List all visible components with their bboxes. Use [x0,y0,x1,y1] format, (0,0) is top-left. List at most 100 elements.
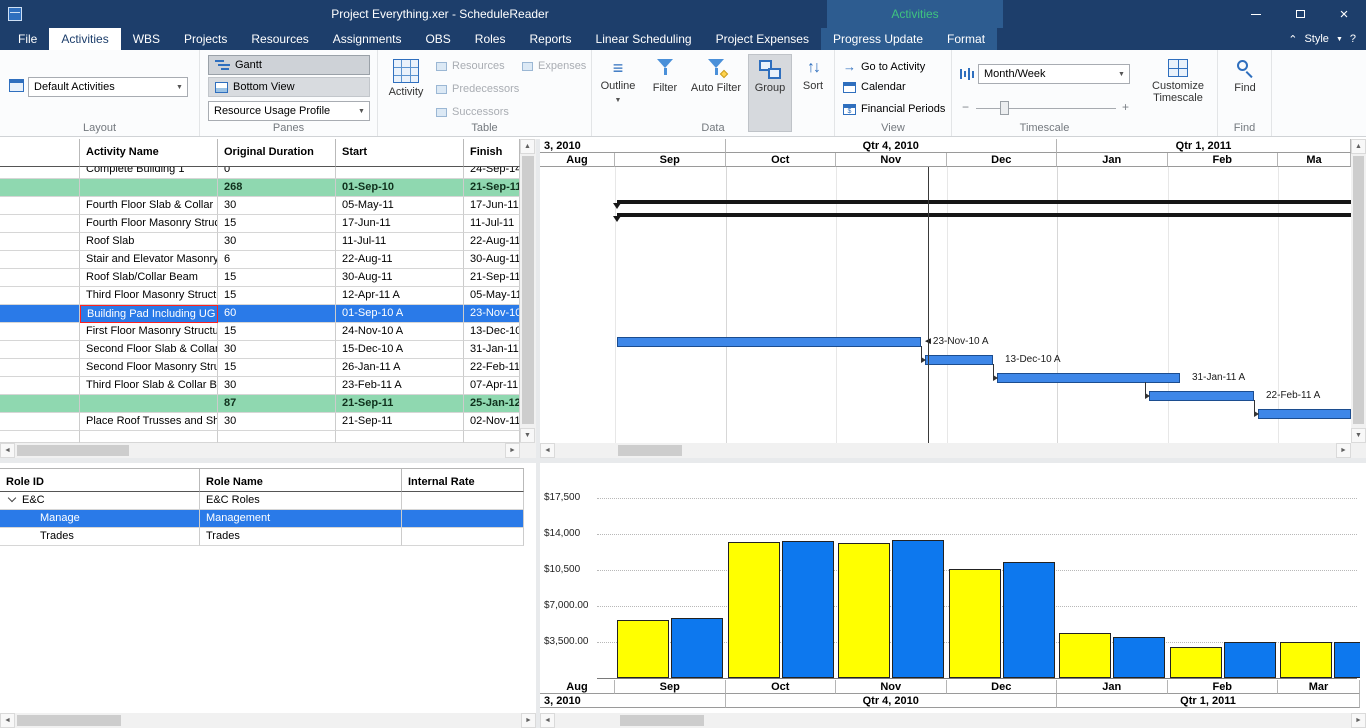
activity-row[interactable]: First Floor Masonry Structure1524-Nov-10… [0,323,536,341]
minimize-button[interactable] [1234,0,1278,28]
auto-filter-button[interactable]: Auto Filter [688,54,744,132]
scrollbar-thumb[interactable] [620,715,704,726]
financial-periods-button[interactable]: $Financial Periods [843,103,945,115]
help-button[interactable]: ? [1350,33,1356,45]
activity-row[interactable]: Stair and Elevator Masonry622-Aug-1130-A… [0,251,536,269]
role-row[interactable]: ManageManagement [0,510,524,528]
activity-row[interactable]: Fourth Floor Slab & Collar Beam3005-May-… [0,197,536,215]
column-header-wbs[interactable] [0,139,80,167]
successors-table-button[interactable]: Successors [436,106,509,118]
bottom-view-toggle-button[interactable]: Bottom View [208,77,370,97]
activity-row[interactable]: Third Floor Masonry Structure1512-Apr-11… [0,287,536,305]
tab-reports[interactable]: Reports [517,28,583,50]
role-row[interactable]: TradesTrades [0,528,524,546]
column-header-internal-rate[interactable]: Internal Rate [402,469,524,492]
column-header-original-duration[interactable]: Original Duration [218,139,336,167]
tab-projects[interactable]: Projects [172,28,239,50]
zoom-in-button[interactable]: + [1122,100,1129,114]
gantt-summary-bar[interactable] [617,213,1351,217]
tab-progress-update[interactable]: Progress Update [821,28,935,50]
filter-button[interactable]: Filter [644,54,686,132]
activity-table-vertical-scrollbar[interactable]: ▲ ▼ [520,139,536,443]
scroll-left-icon[interactable]: ◄ [0,713,15,728]
tab-activities[interactable]: Activities [49,28,120,50]
go-to-activity-button[interactable]: →Go to Activity [843,59,925,74]
tab-linear-scheduling[interactable]: Linear Scheduling [584,28,704,50]
activity-row[interactable]: Roof Slab3011-Jul-1122-Aug-11 [0,233,536,251]
tab-wbs[interactable]: WBS [121,28,172,50]
group-button[interactable]: Group [748,54,792,132]
tab-project-expenses[interactable]: Project Expenses [704,28,821,50]
scroll-right-icon[interactable]: ► [1336,443,1351,458]
tab-roles[interactable]: Roles [463,28,518,50]
gantt-task-bar[interactable] [997,373,1180,383]
find-button[interactable]: Find [1223,54,1267,132]
scroll-up-icon[interactable]: ▲ [520,139,535,154]
scroll-right-icon[interactable]: ► [521,713,536,728]
gantt-task-bar[interactable] [925,355,993,365]
bottom-view-combo[interactable]: Resource Usage Profile▼ [208,101,370,121]
scroll-left-icon[interactable]: ◄ [540,443,555,458]
tab-format[interactable]: Format [935,28,997,50]
activity-row[interactable]: 26801-Sep-1021-Sep-11 [0,179,536,197]
column-header-role-id[interactable]: Role ID [0,469,200,492]
scroll-left-icon[interactable]: ◄ [540,713,555,728]
scroll-down-icon[interactable]: ▼ [520,428,535,443]
style-button[interactable]: Style [1304,33,1328,45]
sort-button[interactable]: ↑↓ Sort [794,54,832,132]
column-header-finish[interactable]: Finish [464,139,520,167]
gantt-toggle-button[interactable]: Gantt [208,55,370,75]
scrollbar-thumb[interactable] [618,445,682,456]
scroll-right-icon[interactable]: ► [505,443,520,458]
maximize-button[interactable] [1278,0,1322,28]
tab-obs[interactable]: OBS [413,28,462,50]
calendar-button[interactable]: Calendar [843,81,906,93]
expenses-table-button[interactable]: Expenses [522,60,586,72]
gantt-summary-bar[interactable] [617,200,1351,204]
resources-table-button[interactable]: Resources [436,60,505,72]
activity-row[interactable]: Third Floor Slab & Collar Beam3023-Feb-1… [0,377,536,395]
scrollbar-thumb[interactable] [522,156,534,424]
zoom-out-button[interactable]: − [962,100,969,114]
activity-row[interactable] [0,431,536,443]
layout-combo[interactable]: Default Activities▼ [28,77,188,97]
activity-row[interactable]: Fourth Floor Masonry Structure1517-Jun-1… [0,215,536,233]
timescale-slider-thumb[interactable] [1000,101,1009,115]
tab-resources[interactable]: Resources [239,28,320,50]
timescale-slider-track[interactable] [976,108,1116,109]
column-header-role-name[interactable]: Role Name [200,469,402,492]
activity-row[interactable]: 8721-Sep-1125-Jan-12 [0,395,536,413]
gantt-vertical-scrollbar[interactable]: ▲ ▼ [1351,139,1366,443]
activity-table-button[interactable]: Activity [382,54,430,132]
chevron-expanded-icon[interactable] [8,494,16,502]
histogram-horizontal-scrollbar[interactable]: ◄ ► [540,713,1366,728]
activity-table-horizontal-scrollbar[interactable]: ◄ ► [0,443,520,458]
tab-file[interactable]: File [6,28,49,50]
activity-row[interactable]: Complete Building 1024-Sep-14 [0,167,536,179]
outline-button[interactable]: ≡ Outline ▼ [594,54,642,132]
roles-horizontal-scrollbar[interactable]: ◄ ► [0,713,536,728]
timescale-combo[interactable]: Month/Week▼ [978,64,1130,84]
scroll-left-icon[interactable]: ◄ [0,443,15,458]
gantt-task-bar[interactable] [617,337,921,347]
gantt-task-bar[interactable] [1258,409,1351,419]
activity-row[interactable]: Second Floor Masonry Structure1526-Jan-1… [0,359,536,377]
scrollbar-thumb[interactable] [17,445,129,456]
scrollbar-thumb[interactable] [1353,156,1364,424]
collapse-ribbon-icon[interactable]: ⌃ [1288,33,1297,46]
close-button[interactable]: × [1322,0,1366,28]
column-header-activity-name[interactable]: Activity Name [80,139,218,167]
role-row[interactable]: E&CE&C Roles [0,492,524,510]
scroll-up-icon[interactable]: ▲ [1351,139,1366,154]
gantt-horizontal-scrollbar[interactable]: ◄ ► [540,443,1351,458]
scroll-down-icon[interactable]: ▼ [1351,428,1366,443]
activity-row[interactable]: Building Pad Including UG Utilities6001-… [0,305,536,323]
column-header-start[interactable]: Start [336,139,464,167]
activity-row[interactable]: Second Floor Slab & Collar Beam3015-Dec-… [0,341,536,359]
predecessors-table-button[interactable]: Predecessors [436,83,519,95]
gantt-task-bar[interactable] [1149,391,1254,401]
activity-row[interactable]: Roof Slab/Collar Beam1530-Aug-1121-Sep-1… [0,269,536,287]
scrollbar-thumb[interactable] [17,715,121,726]
customize-timescale-button[interactable]: Customize Timescale [1144,54,1212,132]
scroll-right-icon[interactable]: ► [1351,713,1366,728]
